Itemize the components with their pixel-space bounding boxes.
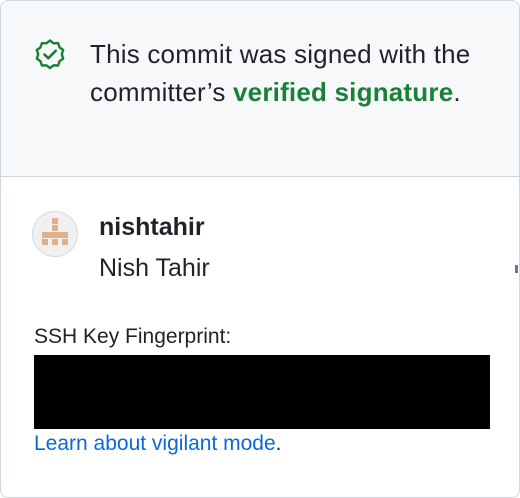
committer-avatar[interactable] [32, 211, 78, 257]
vigilant-mode-link[interactable]: Learn about vigilant mode [34, 432, 276, 455]
verified-check-icon [35, 39, 65, 70]
verified-signature-link[interactable]: verified signature [233, 77, 453, 107]
committer-full-name: Nish Tahir [99, 254, 210, 282]
committer-username[interactable]: nishtahir [99, 213, 205, 242]
learn-more-suffix: . [275, 432, 282, 455]
learn-more-line: Learn about vigilant mode. [34, 432, 282, 456]
ssh-key-fingerprint-label: SSH Key Fingerprint: [34, 325, 232, 348]
identicon-avatar [33, 212, 77, 256]
ssh-key-fingerprint-value-redacted [34, 355, 490, 429]
verification-message: This commit was signed with the committe… [90, 35, 495, 111]
verification-message-suffix: . [453, 77, 461, 107]
signature-popover: This commit was signed with the committe… [0, 0, 520, 498]
background-page-edge [515, 265, 518, 273]
verification-header: This commit was signed with the committe… [1, 1, 519, 177]
